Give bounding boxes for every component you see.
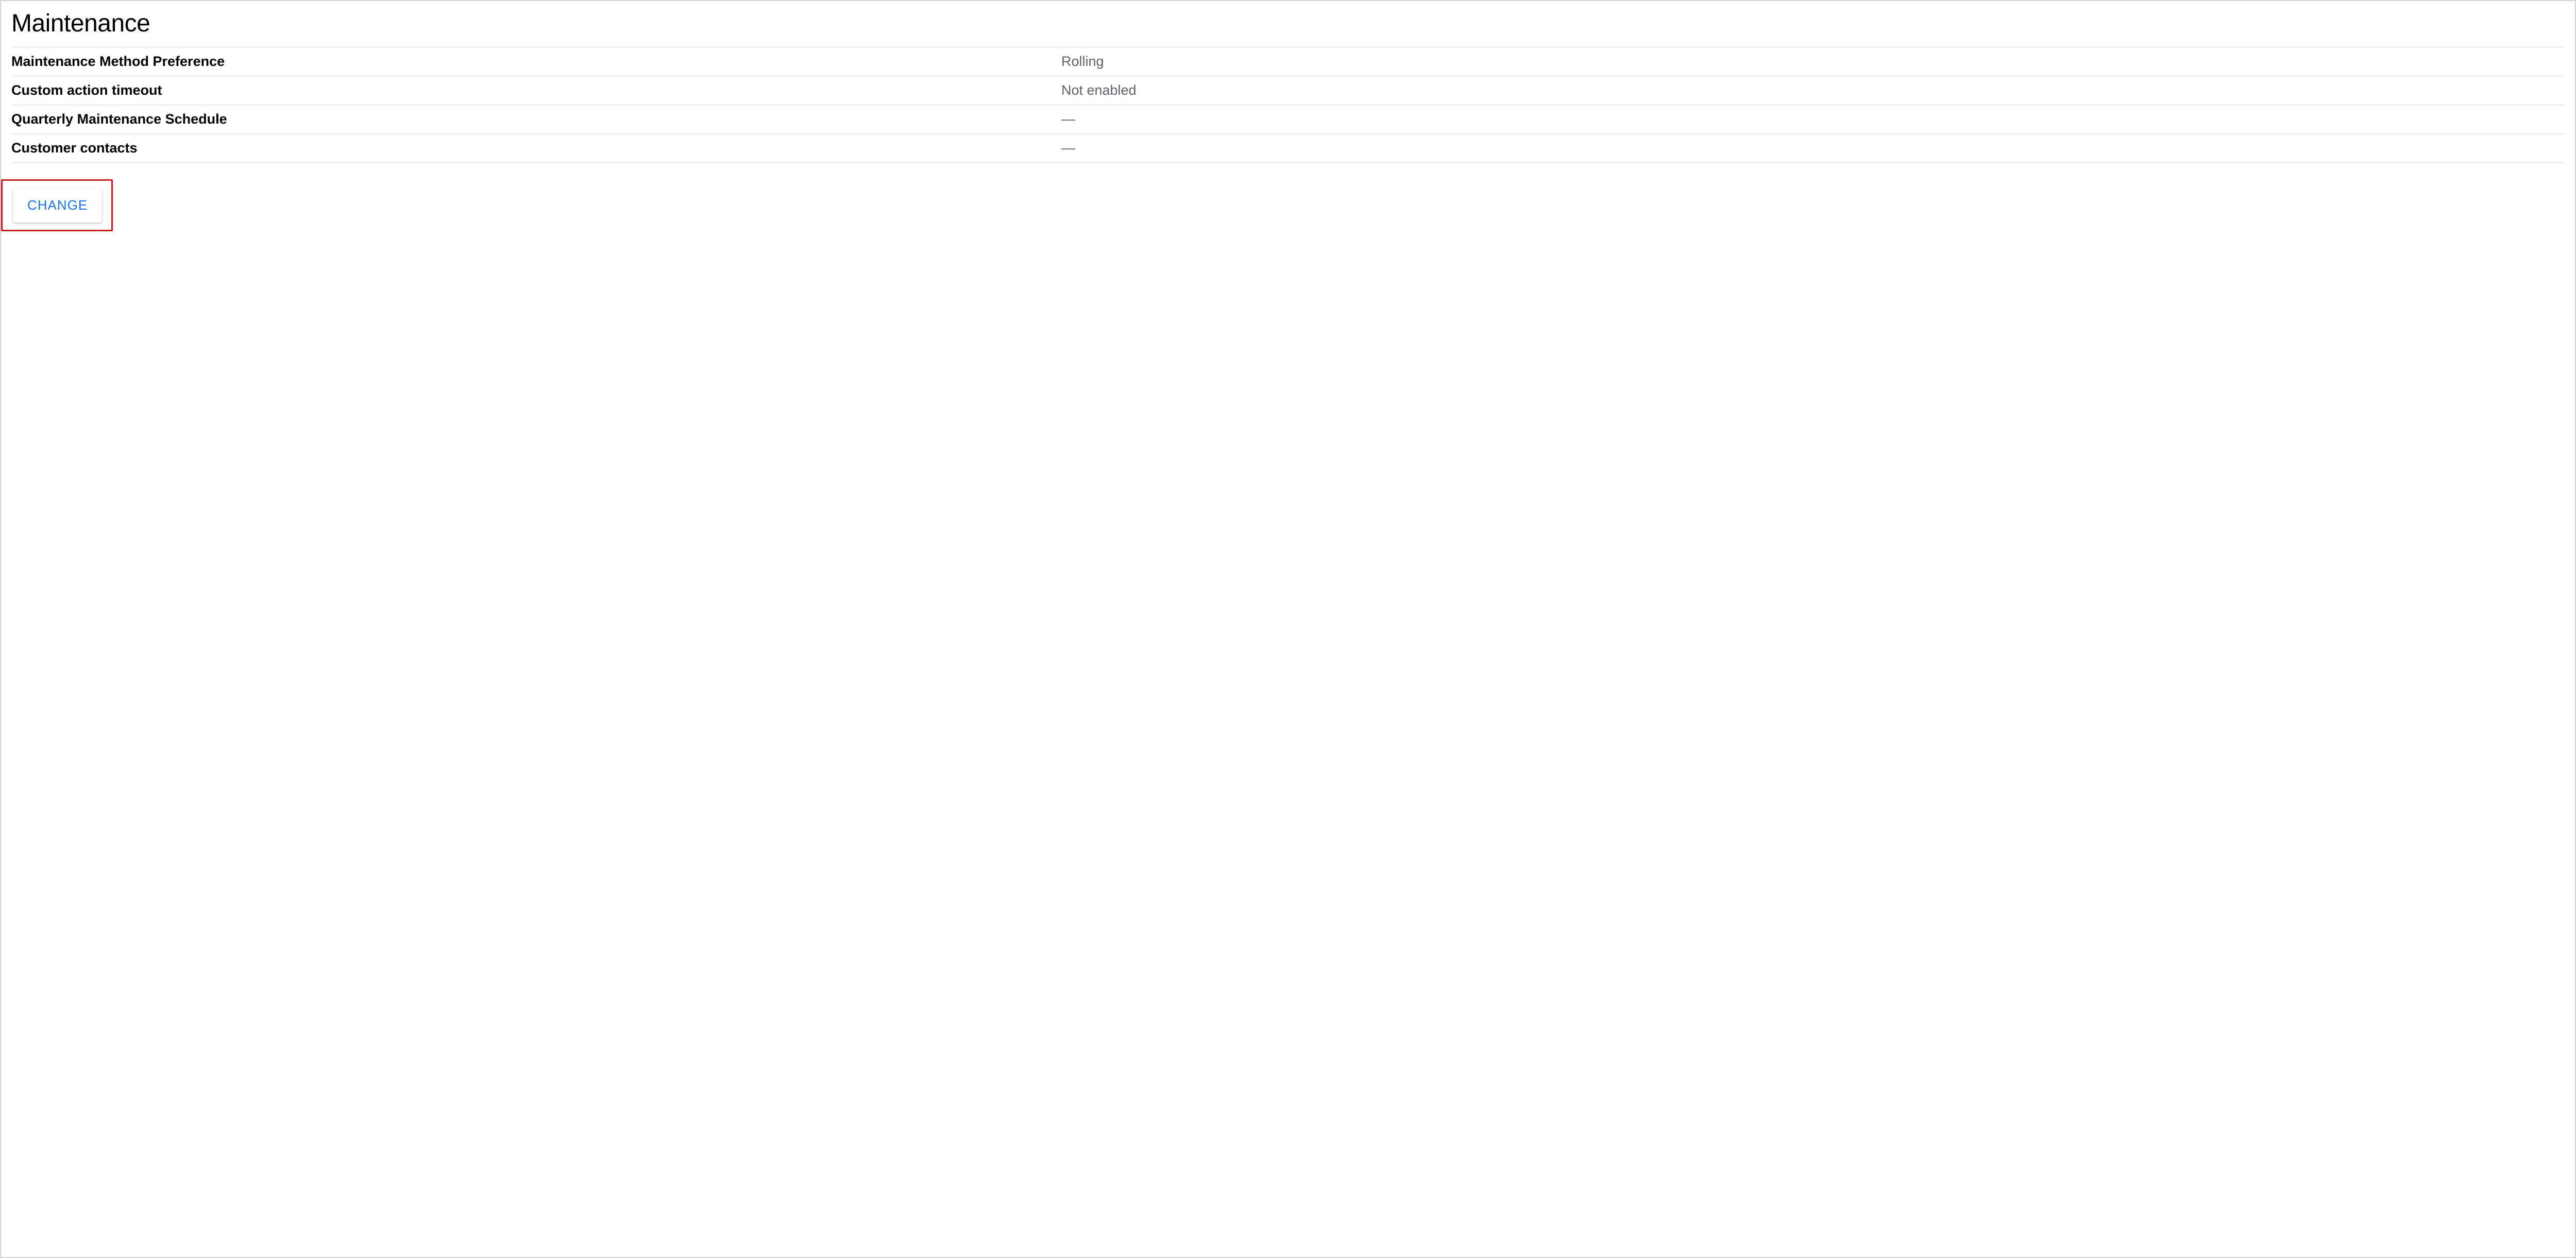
detail-label-customer-contacts: Customer contacts (11, 140, 1058, 156)
detail-row: Customer contacts — (11, 134, 2565, 163)
detail-row: Custom action timeout Not enabled (11, 76, 2565, 105)
detail-value-quarterly-schedule: — (1058, 111, 2565, 127)
detail-row: Maintenance Method Preference Rolling (11, 47, 2565, 76)
highlight-annotation-box: CHANGE (1, 179, 113, 231)
detail-value-maintenance-method: Rolling (1058, 54, 2565, 70)
detail-row: Quarterly Maintenance Schedule — (11, 105, 2565, 134)
detail-value-customer-contacts: — (1058, 140, 2565, 156)
maintenance-details-table: Maintenance Method Preference Rolling Cu… (11, 47, 2565, 163)
detail-label-custom-action-timeout: Custom action timeout (11, 82, 1058, 98)
section-title: Maintenance (11, 9, 2565, 38)
detail-value-custom-action-timeout: Not enabled (1058, 82, 2565, 98)
detail-label-quarterly-schedule: Quarterly Maintenance Schedule (11, 111, 1058, 127)
change-button[interactable]: CHANGE (13, 188, 102, 223)
detail-label-maintenance-method: Maintenance Method Preference (11, 54, 1058, 70)
